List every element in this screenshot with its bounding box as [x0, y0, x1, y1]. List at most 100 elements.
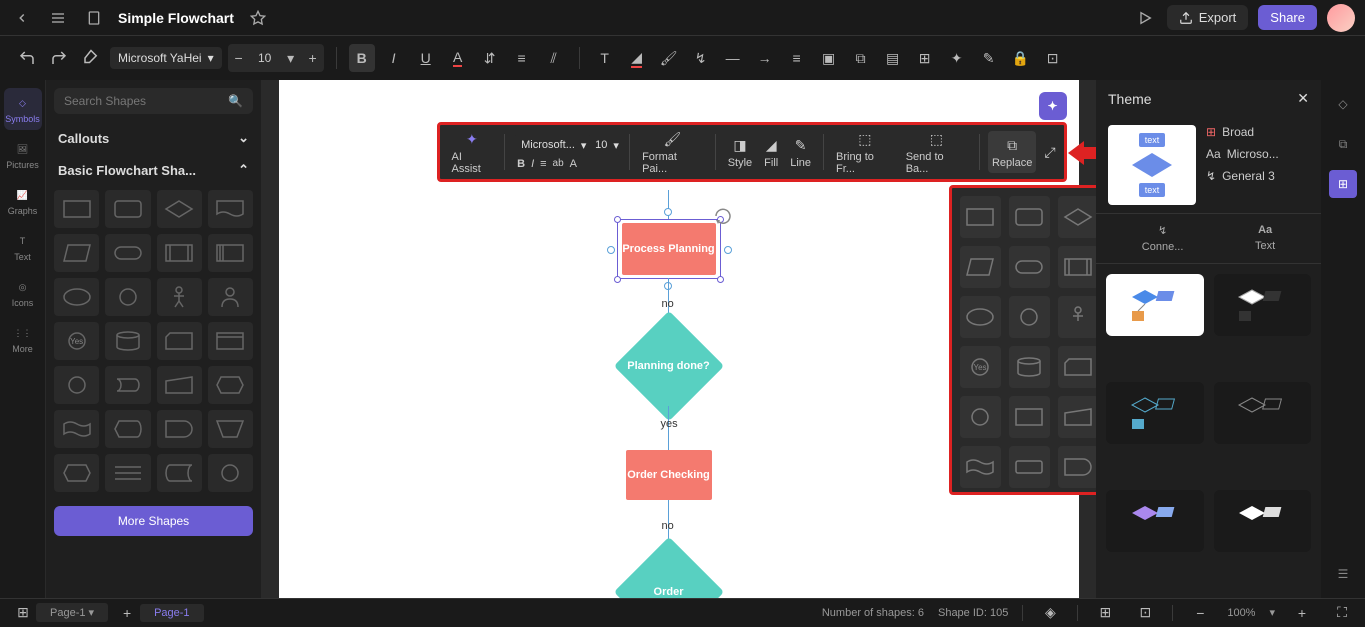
- view-icon[interactable]: ◈: [1037, 599, 1063, 627]
- theme-card-4[interactable]: [1214, 382, 1312, 444]
- close-icon[interactable]: ✕: [1297, 90, 1309, 107]
- rail-more[interactable]: ⋮⋮More: [4, 318, 42, 360]
- pop-dir[interactable]: [1009, 396, 1050, 438]
- pop-del[interactable]: [1058, 446, 1097, 488]
- connector-handle[interactable]: [664, 208, 672, 216]
- shape-circle2[interactable]: [54, 366, 99, 404]
- node-planning-done[interactable]: Planning done?: [627, 324, 711, 408]
- menu-icon[interactable]: [46, 6, 70, 30]
- ft-bring-front[interactable]: ⬚Bring to Fr...: [832, 129, 898, 175]
- pop-disp[interactable]: [1009, 446, 1050, 488]
- shape-ellipse[interactable]: [54, 278, 99, 316]
- conn-handle[interactable]: [607, 246, 615, 254]
- shape-direct[interactable]: [105, 366, 150, 404]
- shape-manual[interactable]: [157, 366, 202, 404]
- edit-button[interactable]: ✎: [976, 44, 1002, 72]
- grid-icon[interactable]: ⊞: [1092, 599, 1118, 627]
- increase-font-button[interactable]: +: [302, 44, 324, 72]
- highlight-button[interactable]: ◢: [624, 44, 650, 72]
- rr-theme-icon[interactable]: ⊞: [1329, 170, 1357, 198]
- effects-button[interactable]: ✦: [944, 44, 970, 72]
- font-select[interactable]: Microsoft YaHei▾: [110, 47, 222, 69]
- shape-document[interactable]: [208, 190, 253, 228]
- search-shapes-input[interactable]: Search Shapes🔍: [54, 88, 253, 114]
- connector-button[interactable]: ↯: [688, 44, 714, 72]
- pop-pred[interactable]: [1058, 246, 1097, 288]
- node-order[interactable]: Order: [627, 550, 711, 598]
- line-style-button[interactable]: —: [720, 44, 746, 72]
- ai-badge[interactable]: ✦: [1039, 92, 1067, 120]
- pop-wave[interactable]: [960, 446, 1001, 488]
- tab-connector[interactable]: ↯Conne...: [1142, 224, 1184, 253]
- shape-frame[interactable]: [208, 322, 253, 360]
- rr-shape-icon[interactable]: ◇: [1329, 90, 1357, 118]
- arrow-style-button[interactable]: →: [752, 44, 778, 72]
- ft-send-back[interactable]: ⬚Send to Ba...: [902, 129, 971, 175]
- shape-stadium[interactable]: [105, 234, 150, 272]
- rail-graphs[interactable]: 📈Graphs: [4, 180, 42, 222]
- theme-card-3[interactable]: [1106, 382, 1204, 444]
- shape-stored[interactable]: [157, 454, 202, 492]
- pop-diamond[interactable]: [1058, 196, 1097, 238]
- ft-align[interactable]: ≡: [540, 158, 546, 170]
- group-button[interactable]: ▣: [816, 44, 842, 72]
- shape-circle[interactable]: [105, 278, 150, 316]
- pop-yes[interactable]: Yes: [960, 346, 1001, 388]
- zoom-dropdown[interactable]: ▾: [1269, 606, 1275, 619]
- theme-card-6[interactable]: [1214, 490, 1312, 552]
- play-icon[interactable]: [1133, 6, 1157, 30]
- shape-parallelogram[interactable]: [54, 234, 99, 272]
- pop-actor[interactable]: [1058, 296, 1097, 338]
- sel-handle[interactable]: [614, 216, 621, 223]
- ft-bold[interactable]: B: [517, 158, 525, 170]
- pop-c2[interactable]: [960, 396, 1001, 438]
- add-page-button[interactable]: +: [114, 599, 140, 627]
- italic-button[interactable]: I: [381, 44, 407, 72]
- copy-button[interactable]: ⧉: [848, 44, 874, 72]
- pop-card[interactable]: [1058, 346, 1097, 388]
- shape-yes[interactable]: Yes: [54, 322, 99, 360]
- pop-stad[interactable]: [1009, 246, 1050, 288]
- share-button[interactable]: Share: [1258, 5, 1317, 30]
- theme-card-5[interactable]: [1106, 490, 1204, 552]
- page-tab-1[interactable]: Page-1: [140, 604, 203, 622]
- pop-rrect[interactable]: [1009, 196, 1050, 238]
- pop-man[interactable]: [1058, 396, 1097, 438]
- pop-rect[interactable]: [960, 196, 1001, 238]
- bold-button[interactable]: B: [349, 44, 375, 72]
- fullscreen-icon[interactable]: ⛶: [1329, 599, 1355, 627]
- fill-button[interactable]: 🖌: [656, 44, 682, 72]
- align-button[interactable]: ≡: [509, 44, 535, 72]
- back-icon[interactable]: [10, 6, 34, 30]
- shape-trap[interactable]: [208, 410, 253, 448]
- theme-card-2[interactable]: [1214, 274, 1312, 336]
- ft-color[interactable]: A: [570, 158, 577, 170]
- lock-button[interactable]: 🔒: [1008, 44, 1034, 72]
- ft-replace[interactable]: ⧉Replace: [988, 131, 1036, 173]
- text-tool-button[interactable]: T: [592, 44, 618, 72]
- shape-round-rect[interactable]: [105, 190, 150, 228]
- format-painter-icon[interactable]: [78, 44, 104, 72]
- undo-icon[interactable]: [14, 44, 40, 72]
- rotate-handle[interactable]: [713, 206, 733, 226]
- font-size-value[interactable]: 10: [250, 51, 280, 65]
- shape-cylinder[interactable]: [105, 322, 150, 360]
- sel-handle[interactable]: [614, 276, 621, 283]
- sel-handle[interactable]: [717, 276, 724, 283]
- basic-flowchart-section[interactable]: Basic Flowchart Sha...⌃: [54, 154, 253, 186]
- export-button[interactable]: Export: [1167, 5, 1249, 30]
- shape-wave[interactable]: [54, 410, 99, 448]
- ft-fill[interactable]: ◢Fill: [760, 135, 782, 169]
- ft-italic[interactable]: I: [531, 158, 534, 170]
- callouts-section[interactable]: Callouts⌄: [54, 122, 253, 154]
- fit-icon[interactable]: ⊡: [1132, 599, 1158, 627]
- dropdown-icon[interactable]: ▾: [280, 44, 302, 72]
- rr-layers-icon[interactable]: ⧉: [1329, 130, 1357, 158]
- font-color-button[interactable]: A: [445, 44, 471, 72]
- page-dropdown[interactable]: Page-1 ▾: [36, 603, 108, 622]
- expand-icon[interactable]: ⤢: [1044, 142, 1055, 162]
- redo-icon[interactable]: [46, 44, 72, 72]
- shape-internal[interactable]: [208, 234, 253, 272]
- conn-handle[interactable]: [724, 246, 732, 254]
- ft-format-painter[interactable]: 🖌Format Pai...: [638, 129, 707, 175]
